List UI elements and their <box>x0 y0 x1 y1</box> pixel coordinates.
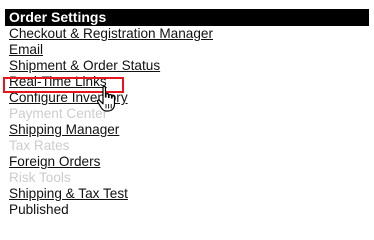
menu-item-shipping-tax-test[interactable]: Shipping & Tax Test <box>9 186 369 202</box>
settings-menu: Checkout & Registration Manager Email Sh… <box>5 26 369 218</box>
menu-item-published: Published <box>9 202 69 217</box>
menu-item-foreign-orders[interactable]: Foreign Orders <box>9 154 369 170</box>
menu-item-risk-tools: Risk Tools <box>9 170 71 185</box>
menu-item-email[interactable]: Email <box>9 42 369 58</box>
panel-title: Order Settings <box>5 9 369 26</box>
menu-item-tax-rates: Tax Rates <box>9 138 70 153</box>
menu-item-shipment-order-status[interactable]: Shipment & Order Status <box>9 58 369 74</box>
order-settings-panel: Order Settings Checkout & Registration M… <box>5 9 369 218</box>
hand-pointer-icon <box>96 85 116 112</box>
menu-item-shipping-manager[interactable]: Shipping Manager <box>9 122 369 138</box>
menu-item-payment-center: Payment Center <box>9 106 108 121</box>
menu-item-checkout-registration-manager[interactable]: Checkout & Registration Manager <box>9 26 369 42</box>
